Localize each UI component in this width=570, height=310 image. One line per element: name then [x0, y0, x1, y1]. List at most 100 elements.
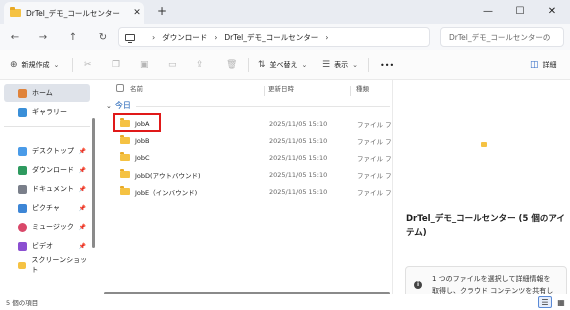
gallery-icon: [18, 107, 27, 117]
folder-icon: [120, 169, 130, 178]
file-name: JobD(アウトバウンド): [135, 171, 201, 180]
breadcrumb-current-folder[interactable]: DrTel_デモ_コールセンター: [224, 32, 318, 43]
music-icon: [18, 222, 27, 232]
sidebar-scrollbar[interactable]: [92, 118, 95, 248]
folder-icon: [120, 135, 130, 144]
breadcrumb-downloads[interactable]: ダウンロード: [162, 32, 207, 43]
new-button-label: 新規作成: [21, 61, 50, 69]
rename-button[interactable]: ▭: [168, 56, 181, 74]
share-button[interactable]: ⇪: [196, 56, 208, 74]
delete-button[interactable]: 🗑: [226, 56, 241, 74]
chevron-down-icon: ⌄: [301, 61, 308, 69]
tiles-view-button[interactable]: ▦: [554, 296, 568, 308]
sidebar-item-pictures[interactable]: ピクチャ 📌: [4, 199, 90, 217]
cut-icon: ✂: [84, 60, 92, 70]
tab-close-icon[interactable]: ✕: [130, 8, 144, 18]
column-header-date[interactable]: 更新日時: [268, 80, 294, 96]
select-all-checkbox[interactable]: [116, 84, 124, 92]
info-line: 1 つのファイルを選択して詳細情報を: [432, 275, 551, 283]
column-header-name[interactable]: 名前: [130, 80, 143, 96]
sort-button[interactable]: ⇅ 並べ替え ⌄: [258, 56, 311, 74]
file-date: 2025/11/05 15:10: [269, 153, 328, 162]
address-bar[interactable]: › ダウンロード › DrTel_デモ_コールセンター ›: [118, 27, 430, 47]
forward-icon[interactable]: →: [34, 28, 52, 46]
item-count: 5 個の項目: [6, 299, 39, 307]
pin-icon[interactable]: 📌: [79, 243, 86, 250]
file-date: 2025/11/05 15:10: [269, 170, 328, 179]
sidebar-item-label: ドキュメント: [32, 185, 74, 193]
view-button[interactable]: ☰ 表示 ⌄: [322, 56, 362, 74]
sidebar-divider: [4, 126, 90, 127]
search-input[interactable]: DrTel_デモ_コールセンターの: [440, 27, 564, 47]
sidebar-item-downloads[interactable]: ダウンロード 📌: [4, 161, 90, 179]
title-bar: DrTel_デモ_コールセンター ✕ + — ☐ ✕: [0, 0, 570, 24]
sidebar-item-documents[interactable]: ドキュメント 📌: [4, 180, 90, 198]
sidebar-item-label: ダウンロード: [32, 166, 74, 174]
group-header-today[interactable]: ⌄ 今日: [106, 100, 131, 111]
column-header-type[interactable]: 種類: [356, 80, 369, 96]
maximize-button[interactable]: ☐: [506, 2, 534, 20]
command-bar: ⊕ 新規作成 ⌄ ✂ ❐ ▣ ▭ ⇪ 🗑 ⇅ 並べ替え ⌄ ☰ 表示 ⌄ •••…: [0, 50, 570, 80]
column-divider[interactable]: [350, 86, 351, 96]
rename-icon: ▭: [168, 60, 177, 70]
view-button-label: 表示: [334, 61, 349, 69]
pin-icon[interactable]: 📌: [79, 167, 86, 174]
sidebar-item-music[interactable]: ミュージック 📌: [4, 218, 90, 236]
desktop-icon: [18, 146, 27, 156]
tab-drtel-demo[interactable]: DrTel_デモ_コールセンター ✕: [4, 2, 144, 24]
sort-icon: ⇅: [258, 60, 266, 70]
file-date: 2025/11/05 15:10: [269, 187, 328, 196]
details-view-button[interactable]: ☰: [538, 296, 552, 308]
pin-icon[interactable]: 📌: [79, 205, 86, 212]
table-row[interactable]: JobE（インバウンド) 2025/11/05 15:10 ファイル フォル: [114, 183, 405, 200]
cut-button[interactable]: ✂: [84, 56, 96, 74]
file-name-cell: JobE（インバウンド): [120, 186, 197, 197]
close-button[interactable]: ✕: [538, 2, 566, 20]
table-row[interactable]: JobB 2025/11/05 15:10 ファイル フォル: [114, 132, 405, 149]
group-label: 今日: [114, 101, 131, 110]
divider: [248, 58, 249, 72]
navigation-bar: ← → ↑ ↻ › ダウンロード › DrTel_デモ_コールセンター › Dr…: [0, 24, 570, 50]
video-icon: [18, 241, 27, 251]
column-divider[interactable]: [264, 86, 265, 96]
download-icon: [18, 165, 27, 175]
pin-icon[interactable]: 📌: [79, 224, 86, 231]
refresh-icon[interactable]: ↻: [94, 28, 112, 46]
home-icon: [18, 88, 27, 98]
tab-title: DrTel_デモ_コールセンター: [26, 8, 120, 18]
details-title: DrTel_デモ_コールセンター (5 個のアイテム): [406, 214, 565, 238]
status-bar: 5 個の項目 ☰ ▦: [0, 294, 570, 310]
breadcrumb-separator[interactable]: ›: [325, 33, 328, 42]
pin-icon[interactable]: 📌: [79, 186, 86, 193]
sidebar-item-label: ギャラリー: [32, 108, 67, 116]
sidebar-item-screenshots[interactable]: スクリーンショット: [4, 256, 90, 274]
details-button[interactable]: ◫ 詳細: [530, 56, 557, 74]
up-icon[interactable]: ↑: [64, 28, 82, 46]
details-pane-icon: ◫: [530, 60, 539, 70]
sidebar-item-desktop[interactable]: デスクトップ 📌: [4, 142, 90, 160]
details-pane: DrTel_デモ_コールセンター (5 個のアイテム) i 1 つのファイルを選…: [392, 80, 570, 300]
sidebar-item-home[interactable]: ホーム: [4, 84, 90, 102]
sidebar-item-gallery[interactable]: ギャラリー: [4, 103, 90, 121]
copy-button[interactable]: ❐: [112, 56, 124, 74]
folder-preview-icon: [481, 142, 487, 147]
pin-icon[interactable]: 📌: [79, 148, 86, 155]
table-row[interactable]: JobD(アウトバウンド) 2025/11/05 15:10 ファイル フォル: [114, 166, 405, 183]
folder-icon: [120, 186, 130, 195]
pc-icon: [125, 33, 135, 43]
table-row[interactable]: JobC 2025/11/05 15:10 ファイル フォル: [114, 149, 405, 166]
new-button[interactable]: ⊕ 新規作成 ⌄: [10, 56, 63, 74]
file-name-cell: JobD(アウトバウンド): [120, 169, 201, 180]
more-options-button[interactable]: •••: [380, 56, 398, 74]
new-tab-button[interactable]: +: [154, 4, 170, 18]
minimize-button[interactable]: —: [474, 2, 502, 20]
paste-button[interactable]: ▣: [140, 56, 153, 74]
sidebar-item-label: ピクチャ: [32, 204, 60, 212]
share-icon: ⇪: [196, 60, 204, 70]
chevron-down-icon: ⌄: [352, 61, 358, 69]
back-icon[interactable]: ←: [6, 28, 24, 46]
sidebar-item-videos[interactable]: ビデオ 📌: [4, 237, 90, 255]
info-icon: i: [414, 281, 422, 289]
sidebar-item-label: ホーム: [32, 89, 53, 97]
navigation-pane: ホーム ギャラリー デスクトップ 📌 ダウンロード 📌 ドキュメント 📌 ピクチ…: [0, 80, 96, 294]
